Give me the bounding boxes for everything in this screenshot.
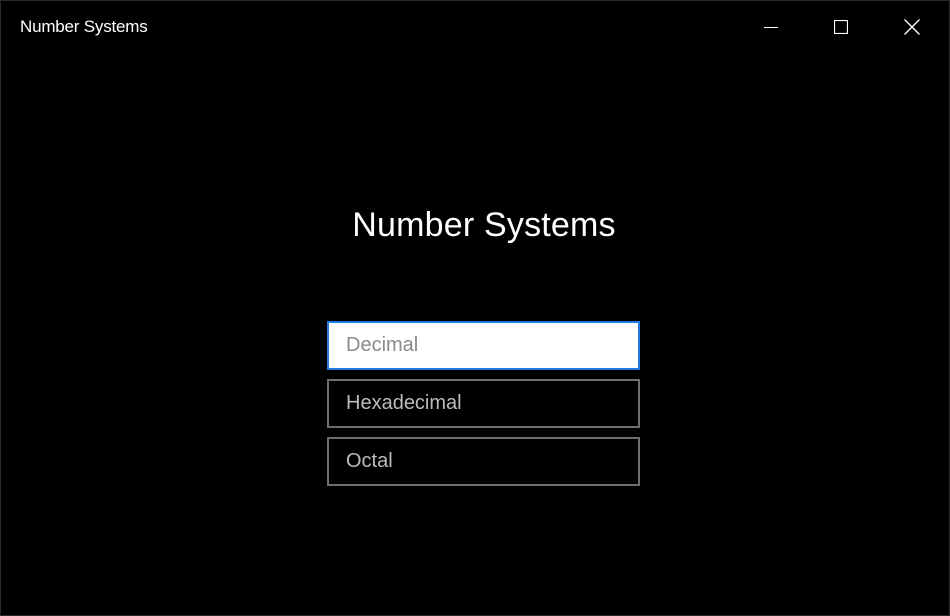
maximize-icon [834,20,848,34]
minimize-icon [764,20,778,34]
close-icon [904,19,920,35]
octal-input[interactable] [327,437,640,486]
app-window: Number Systems Number Systems [0,0,950,616]
minimize-button[interactable] [736,1,806,53]
window-title: Number Systems [20,17,148,36]
hexadecimal-input[interactable] [327,379,640,428]
close-button[interactable] [877,1,947,53]
maximize-button[interactable] [806,1,876,53]
page-title: Number Systems [352,206,616,244]
title-bar[interactable]: Number Systems [1,1,949,53]
decimal-input[interactable] [327,321,640,370]
